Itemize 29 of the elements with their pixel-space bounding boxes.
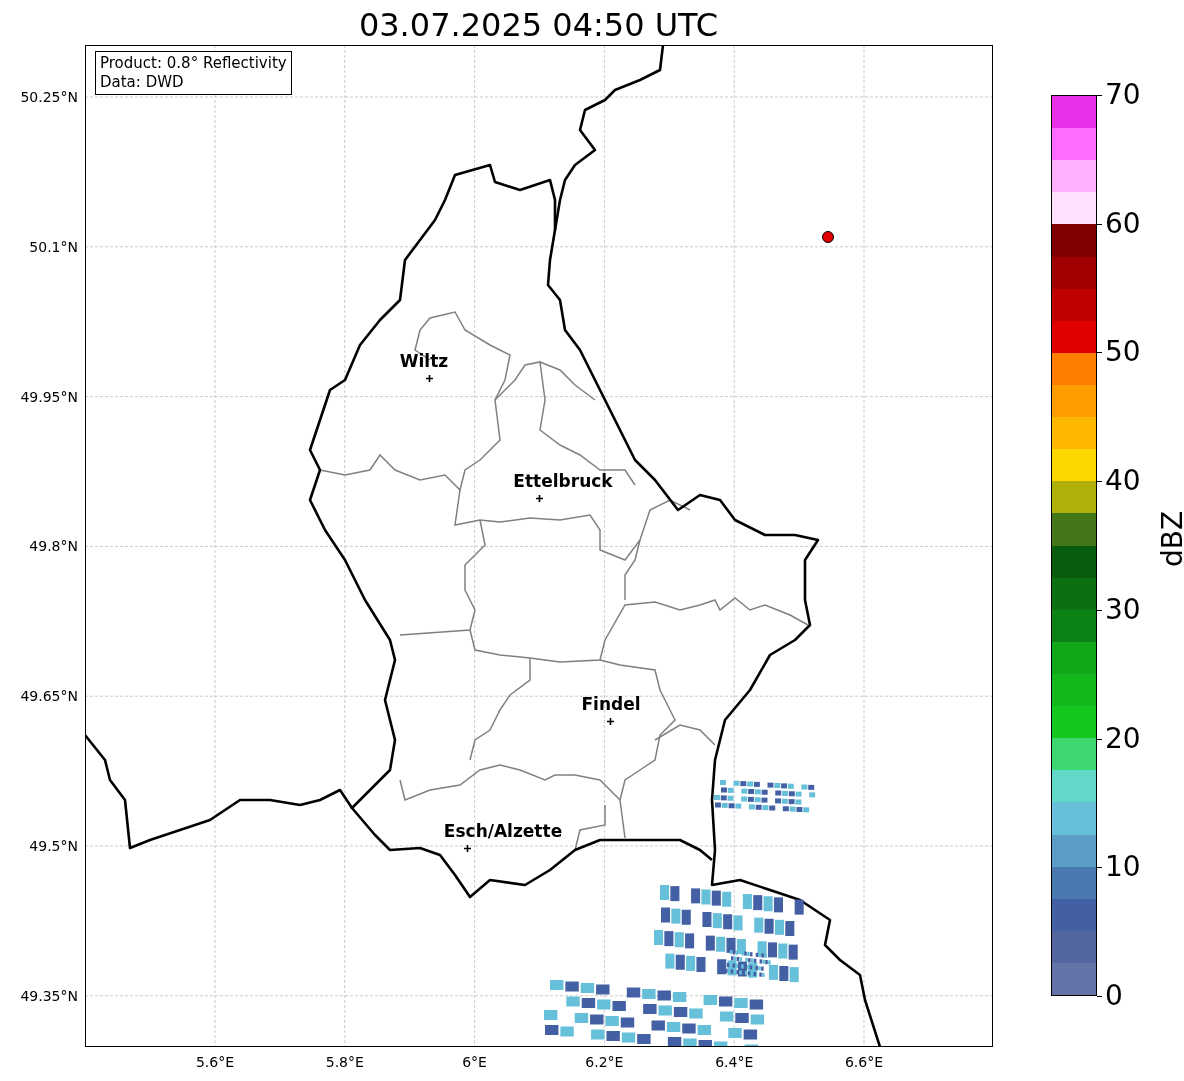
colorbar-tick-label: 10 bbox=[1105, 853, 1141, 882]
lon-tick-label: 6.4°E bbox=[715, 1055, 754, 1069]
lat-tick-label: 49.35°N bbox=[20, 988, 78, 1003]
colorbar-label: dBZ bbox=[1159, 510, 1184, 568]
lat-tick-label: 50.1°N bbox=[29, 239, 78, 254]
lat-tick-label: 49.5°N bbox=[29, 839, 78, 853]
colorbar-tick-label: 50 bbox=[1105, 338, 1141, 367]
lon-tick-label: 6°E bbox=[462, 1055, 487, 1069]
lon-tick-label: 5.8°E bbox=[325, 1055, 364, 1069]
info-text: Data: DWD bbox=[100, 73, 185, 92]
colorbar-tick-label: 0 bbox=[1105, 982, 1123, 1010]
city-label: Esch/Alzette bbox=[443, 823, 563, 840]
info-text: Product: 0.8° Reflectivity bbox=[100, 54, 287, 73]
colorbar-tick-label: 20 bbox=[1105, 724, 1141, 753]
city-label: Findel bbox=[581, 696, 641, 713]
lat-tick-label: 49.8°N bbox=[29, 539, 78, 554]
lon-tick-label: 6.6°E bbox=[844, 1055, 884, 1069]
lat-tick-label: 49.65°N bbox=[20, 689, 78, 704]
colorbar-tick-label: 60 bbox=[1105, 209, 1141, 238]
lon-tick-label: 5.6°E bbox=[195, 1055, 235, 1069]
colorbar-tick-label: 30 bbox=[1105, 595, 1141, 624]
lat-tick-label: 50.25°N bbox=[20, 90, 78, 104]
city-label: Wiltz bbox=[399, 353, 449, 370]
colorbar-tick-label: 70 bbox=[1105, 81, 1141, 109]
city-label: Ettelbruck bbox=[513, 473, 613, 490]
lat-tick-label: 49.95°N bbox=[20, 389, 78, 404]
lon-tick-label: 6.2°E bbox=[585, 1055, 624, 1069]
colorbar-tick-label: 40 bbox=[1105, 467, 1141, 496]
chart-title: 03.07.2025 04:50 UTC bbox=[358, 9, 719, 45]
